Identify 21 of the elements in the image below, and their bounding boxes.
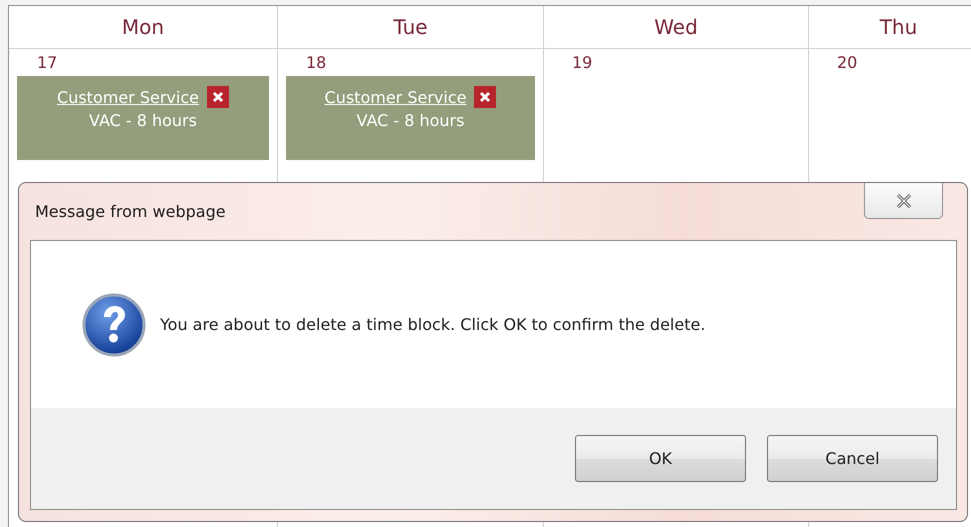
dialog-button[interactable]: OK xyxy=(575,435,746,482)
day-header: Tue xyxy=(278,6,544,49)
date-number: 17 xyxy=(36,53,58,72)
close-icon xyxy=(212,91,224,103)
date-number: 18 xyxy=(305,53,326,72)
day-header: Wed xyxy=(544,6,809,49)
delete-button[interactable] xyxy=(206,86,229,108)
day-header: Mon xyxy=(9,6,278,49)
dialog-message: You are about to delete a time block. Click OK to confirm the delete. xyxy=(160,315,706,334)
day-header: Thu xyxy=(809,6,971,49)
delete-button[interactable] xyxy=(474,86,496,108)
date-number: 19 xyxy=(571,53,592,72)
date-number: 20 xyxy=(836,53,858,72)
close-icon xyxy=(479,91,492,103)
close-icon xyxy=(896,194,912,208)
event-detail: VAC - 8 hours xyxy=(356,111,464,130)
event-detail: VAC - 8 hours xyxy=(89,111,197,130)
dialog-title: Message from webpage xyxy=(34,202,226,221)
question-icon xyxy=(82,292,146,356)
dialog-button[interactable]: Cancel xyxy=(767,435,938,482)
close-button[interactable] xyxy=(864,183,943,219)
